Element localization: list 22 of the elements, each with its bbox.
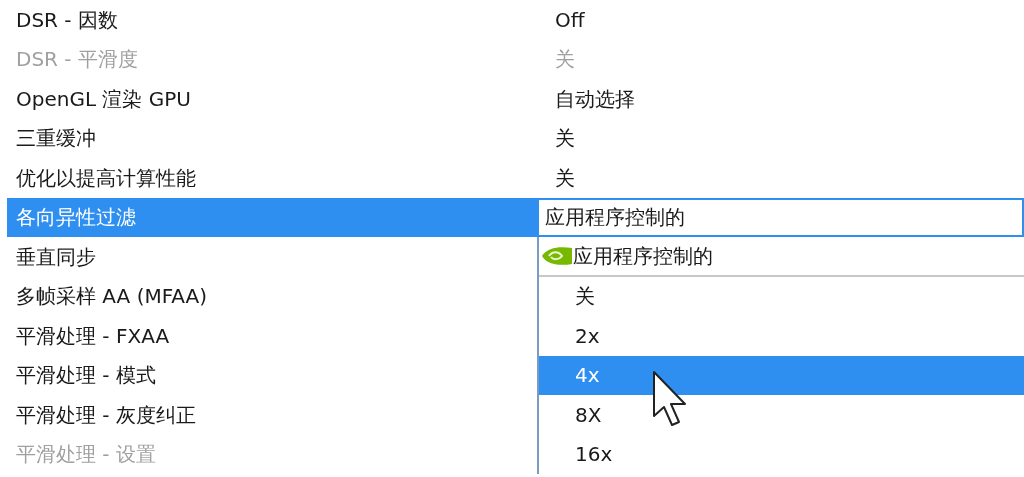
setting-label[interactable]: 垂直同步 (7, 237, 537, 277)
setting-label[interactable]: 平滑处理 - 灰度纠正 (7, 395, 537, 435)
value-dropdown[interactable]: 应用程序控制的 (537, 197, 1024, 237)
setting-label[interactable]: DSR - 因数 (7, 0, 537, 40)
setting-value: 自动选择 (554, 85, 635, 113)
eye-logo-icon (541, 244, 573, 267)
mouse-cursor-icon (652, 370, 688, 428)
setting-value: 关 (554, 125, 575, 153)
setting-label[interactable]: 多帧采样 AA (MFAA) (7, 276, 537, 316)
setting-label[interactable]: 三重缓冲 (7, 118, 537, 158)
setting-label[interactable]: OpenGL 渲染 GPU (7, 79, 537, 119)
dropdown-option[interactable]: 16x (539, 434, 1024, 474)
setting-label[interactable]: 平滑处理 - 模式 (7, 355, 537, 395)
setting-value: 关 (554, 164, 575, 192)
setting-value: Off (554, 6, 585, 34)
setting-label[interactable]: 平滑处理 - FXAA (7, 316, 537, 356)
dropdown-option[interactable]: 关 (539, 276, 1024, 316)
dropdown-option[interactable]: 应用程序控制的 (573, 237, 1024, 275)
setting-value: 关 (554, 46, 575, 74)
setting-label[interactable]: 优化以提高计算性能 (7, 158, 537, 198)
dropdown-option[interactable]: 2x (539, 316, 1024, 356)
dropdown-option[interactable]: 8X (539, 395, 1024, 435)
